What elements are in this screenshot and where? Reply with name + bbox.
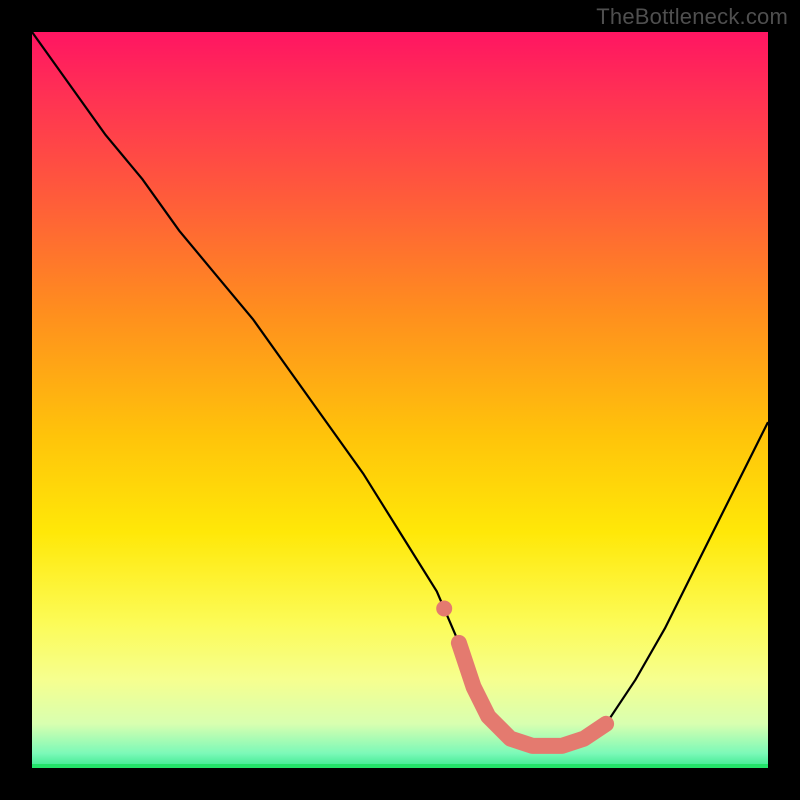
watermark-text: TheBottleneck.com	[596, 4, 788, 30]
bottleneck-curve	[32, 32, 768, 746]
optimal-region-dot	[436, 601, 452, 617]
optimal-region-highlight	[459, 643, 606, 746]
plot-area	[32, 32, 768, 768]
chart-frame: TheBottleneck.com	[0, 0, 800, 800]
curve-svg	[32, 32, 768, 768]
